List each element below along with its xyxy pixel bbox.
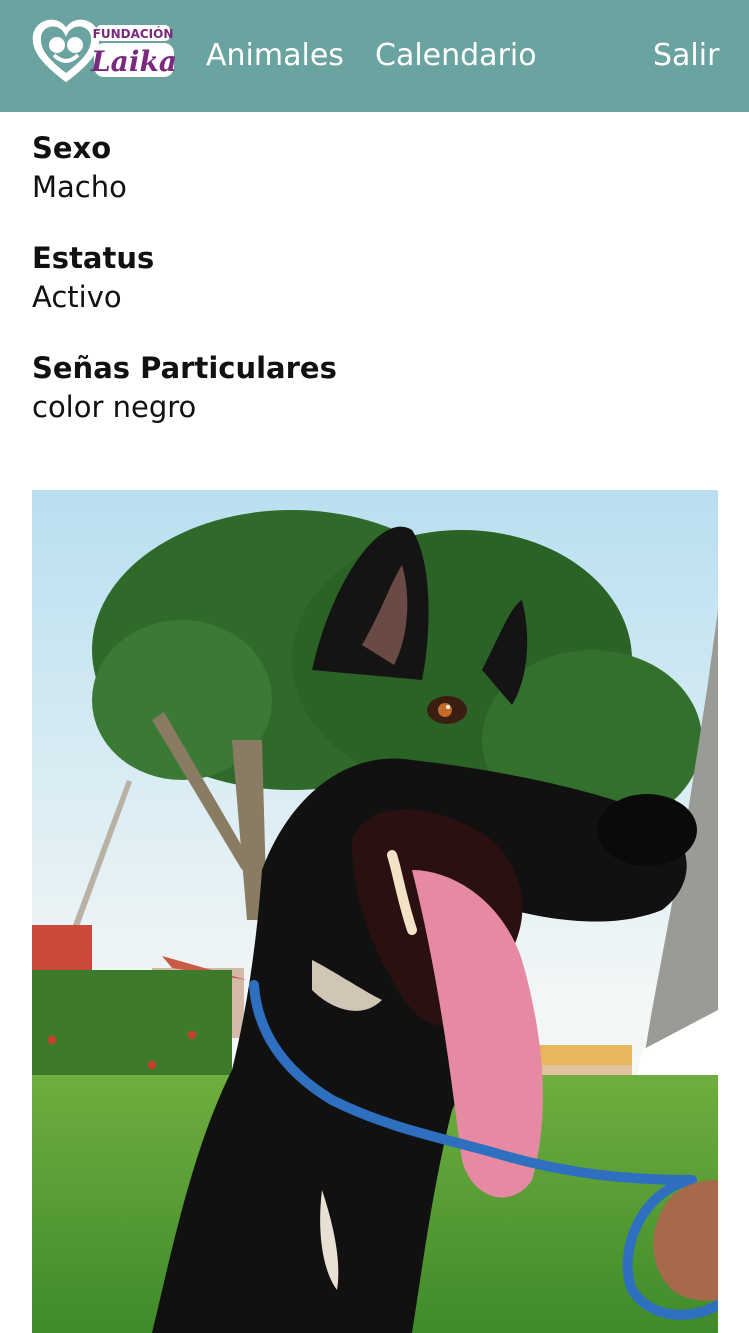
brand-name: Laika [90,45,176,78]
brand-top-text: FUNDACIÓN [93,26,174,41]
nav-calendario-link[interactable]: Calendario [375,36,537,76]
animal-photo [32,490,718,1333]
fundacion-laika-logo[interactable]: FUNDACIÓN Laika [30,15,176,87]
top-navbar: FUNDACIÓN Laika Animales Calendario Sali… [0,0,749,112]
sexo-value: Macho [32,170,127,204]
senas-particulares-label: Señas Particulares [32,351,337,385]
nav-animales-link[interactable]: Animales [206,36,344,76]
sexo-label: Sexo [32,131,112,165]
nav-salir-link[interactable]: Salir [653,36,719,76]
estatus-value: Activo [32,280,122,314]
estatus-label: Estatus [32,241,155,275]
senas-particulares-value: color negro [32,390,197,424]
